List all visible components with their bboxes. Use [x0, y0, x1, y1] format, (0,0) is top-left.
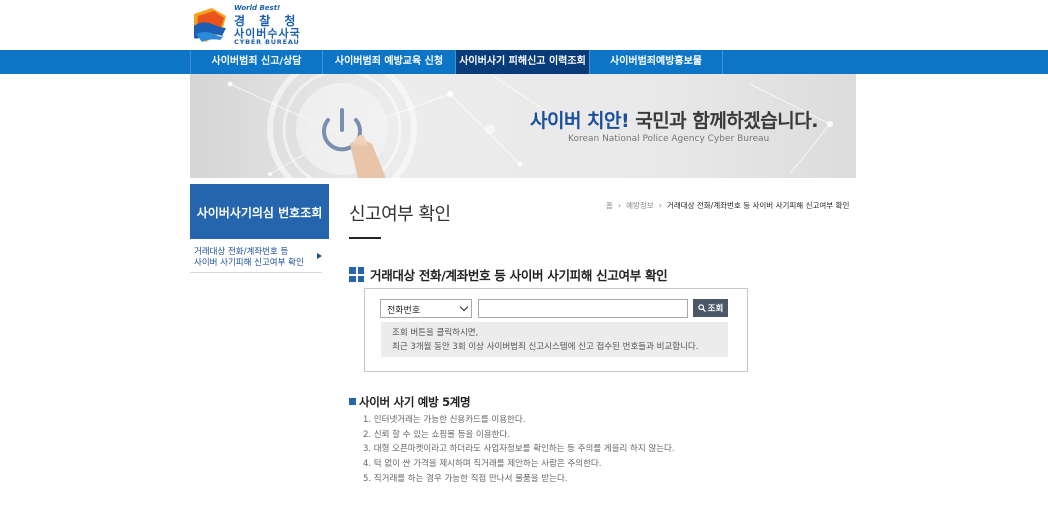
- search-type-select[interactable]: 전화번호: [380, 299, 472, 318]
- list-item: 5. 직거래를 하는 경우 가능한 직접 만나서 물품을 받는다.: [363, 473, 568, 484]
- search-info-line2: 최근 3개월 동안 3회 이상 사이버범죄 신고시스템에 신고 접수된 번호들과…: [392, 342, 699, 352]
- police-logo-icon: [194, 8, 226, 42]
- nav-item-history-lookup[interactable]: 사이버사기 피해신고 이력조회: [456, 50, 590, 74]
- sidebar-item-line2: 사이버 사기피해 신고여부 확인: [194, 258, 304, 268]
- page-title: 신고여부 확인: [349, 204, 451, 225]
- section-title: 거래대상 전화/계좌번호 등 사이버 사기피해 신고여부 확인: [370, 268, 668, 283]
- chevron-down-icon: [459, 302, 469, 312]
- logo[interactable]: World Best! 경 찰 청 사이버수사국 CYBER BUREAU: [192, 4, 304, 46]
- list-item: 1. 인터넷거래는 가능한 신용카드를 이용한다.: [363, 415, 526, 425]
- list-item: 4. 턱 없이 싼 가격을 제시하며 직거래를 제안하는 사람은 주의한다.: [363, 459, 602, 470]
- nav-item-education[interactable]: 사이버범죄 예방교육 신청: [323, 50, 456, 74]
- logo-english-text: CYBER BUREAU: [234, 38, 300, 46]
- breadcrumb-current: 거래대상 전화/계좌번호 등 사이버 사기피해 신고여부 확인: [666, 201, 850, 210]
- sidebar-item-line1: 거래대상 전화/계좌번호 등: [194, 247, 289, 257]
- breadcrumb-prevention[interactable]: 예방정보: [626, 200, 654, 211]
- list-item: 3. 대형 오픈마켓이라고 하더라도 사업자정보를 확인하는 등 주의를 게을리…: [363, 444, 675, 455]
- banner-title-accent: 사이버 치안!: [530, 110, 630, 132]
- search-button-label: 조회: [707, 303, 724, 313]
- breadcrumb: 홈 › 예방정보 › 거래대상 전화/계좌번호 등 사이버 사기피해 신고여부 …: [606, 200, 849, 211]
- grid-icon: [349, 267, 364, 282]
- banner-title: 사이버 치안! 국민과 함께하겠습니다.: [530, 106, 818, 133]
- title-underline: [349, 237, 381, 239]
- search-type-value: 전화번호: [387, 306, 421, 316]
- sidebar-title: 사이버사기의심 번호조회: [190, 184, 329, 239]
- tips-list: 1. 인터넷거래는 가능한 신용카드를 이용한다. 2. 신뢰 할 수 있는 쇼…: [363, 413, 675, 486]
- list-item: 2. 신뢰 할 수 있는 쇼핑몰 등을 이용한다.: [363, 429, 511, 440]
- search-info: 조회 버튼을 클릭하시면, 최근 3개월 동안 3회 이상 사이버범죄 신고시스…: [381, 322, 728, 357]
- header: World Best! 경 찰 청 사이버수사국 CYBER BUREAU: [0, 0, 1048, 50]
- tips-title: 사이버 사기 예방 5계명: [359, 395, 471, 409]
- search-input[interactable]: [478, 299, 688, 318]
- chevron-right-icon: ›: [658, 201, 662, 210]
- sidebar-item-check-report[interactable]: 거래대상 전화/계좌번호 등 사이버 사기피해 신고여부 확인: [190, 243, 322, 273]
- nav-item-promotion[interactable]: 사이버범죄예방홍보물: [590, 50, 723, 74]
- nav-item-report[interactable]: 사이버범죄 신고/상담: [190, 50, 323, 74]
- search-icon: [697, 304, 706, 312]
- search-button[interactable]: 조회: [693, 299, 728, 317]
- caret-right-icon: [317, 253, 322, 259]
- square-bullet-icon: [349, 398, 356, 405]
- main-navigation: 사이버범죄 신고/상담 사이버범죄 예방교육 신청 사이버사기 피해신고 이력조…: [0, 50, 1048, 74]
- banner-subtitle: Korean National Police Agency Cyber Bure…: [568, 134, 770, 144]
- breadcrumb-home[interactable]: 홈: [606, 200, 613, 211]
- hero-banner: 사이버 치안! 국민과 함께하겠습니다. Korean National Pol…: [190, 74, 856, 178]
- banner-title-rest: 국민과 함께하겠습니다.: [629, 110, 818, 132]
- search-info-line1: 조회 버튼을 클릭하시면,: [392, 328, 479, 338]
- logo-tagline: World Best!: [234, 4, 281, 12]
- chevron-right-icon: ›: [617, 201, 622, 210]
